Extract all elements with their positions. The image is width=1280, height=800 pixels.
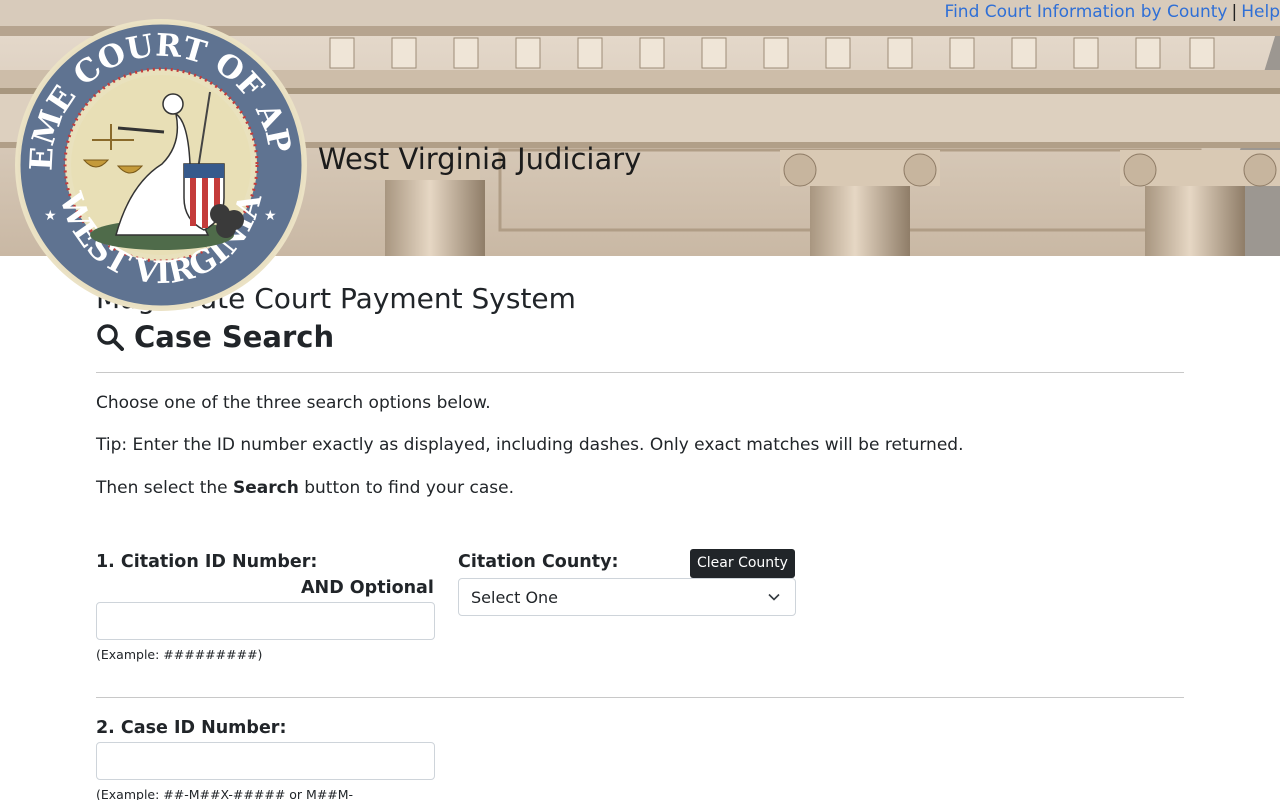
divider [96, 697, 1184, 698]
page-heading: Case Search [96, 320, 334, 354]
help-link[interactable]: Help [1241, 2, 1280, 22]
and-optional-label: AND Optional [301, 578, 434, 598]
county-selected-value: Select One [471, 588, 559, 607]
citation-county-label: Citation County: [458, 552, 619, 572]
instruction-line-3: Then select the Search button to find yo… [96, 478, 514, 498]
case-id-label: 2. Case ID Number: [96, 718, 287, 738]
top-links: Find Court Information by County | Help [945, 2, 1280, 22]
citation-id-input[interactable] [96, 602, 435, 640]
citation-id-label: 1. Citation ID Number: [96, 552, 318, 572]
instruction-3-bold: Search [233, 478, 299, 498]
divider [96, 372, 1184, 373]
page-heading-text: Case Search [134, 320, 335, 354]
svg-text:★: ★ [44, 208, 57, 224]
chevron-down-icon [768, 593, 780, 601]
site-title: West Virginia Judiciary [318, 142, 642, 176]
case-id-input[interactable] [96, 742, 435, 780]
instruction-line-2: Tip: Enter the ID number exactly as disp… [96, 435, 964, 455]
citation-county-select[interactable]: Select One [458, 578, 796, 616]
svg-text:★: ★ [264, 208, 277, 224]
court-seal-logo[interactable]: SUPREME COURT OF APPEALS WEST VIRGINIA ★… [12, 14, 310, 316]
instruction-3-suffix: button to find your case. [298, 478, 514, 498]
instruction-3-prefix: Then select the [96, 478, 234, 498]
citation-id-hint: (Example: #########) [96, 647, 263, 662]
search-icon [97, 324, 124, 351]
case-id-hint: (Example: ##-M##X-##### or M##M- [96, 787, 354, 800]
link-separator: | [1231, 2, 1238, 22]
instruction-line-1: Choose one of the three search options b… [96, 393, 491, 413]
clear-county-button[interactable]: Clear County [690, 549, 795, 578]
find-court-link[interactable]: Find Court Information by County [945, 2, 1228, 22]
